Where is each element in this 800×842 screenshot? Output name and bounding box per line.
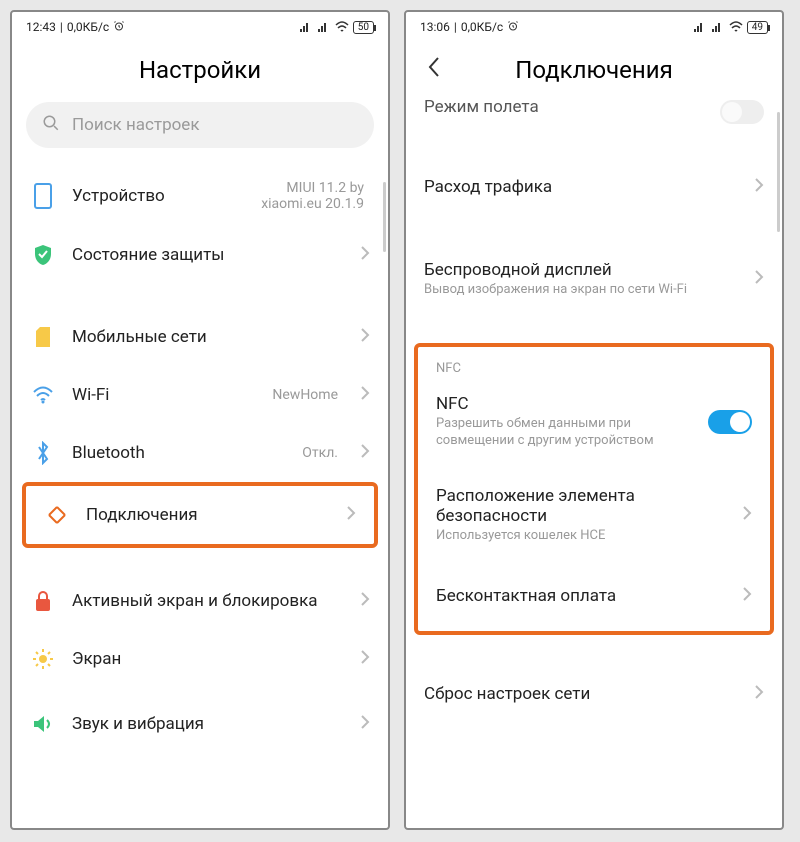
row-wifi[interactable]: Wi-Fi NewHome <box>12 366 388 424</box>
row-label: Устройство <box>72 186 228 206</box>
connections-list: Расход трафика Беспроводной дисплей Выво… <box>406 128 782 828</box>
row-value: Откл. <box>302 445 338 461</box>
chevron-right-icon <box>360 649 370 669</box>
row-label: Расположение элемента безопасности <box>436 486 726 526</box>
wifi-icon <box>729 21 743 33</box>
row-value: MIUI 11.2 by xiaomi.eu 20.1.9 <box>244 180 364 212</box>
row-label: Бесконтактная оплата <box>436 586 726 606</box>
row-label: Подключения <box>86 505 330 525</box>
chevron-right-icon <box>360 714 370 734</box>
row-label: Активный экран и блокировка <box>72 591 344 611</box>
search-input[interactable]: Поиск настроек <box>26 102 374 148</box>
bluetooth-icon <box>30 441 56 465</box>
row-label: Сброс настроек сети <box>424 684 738 704</box>
row-data-usage[interactable]: Расход трафика <box>406 158 782 216</box>
highlight-connections: Подключения <box>22 482 378 548</box>
row-wireless-display[interactable]: Беспроводной дисплей Вывод изображения н… <box>406 246 782 313</box>
brightness-icon <box>30 648 56 670</box>
row-label: Wi-Fi <box>72 385 256 405</box>
status-bar: 12:43 | 0,0КБ/с 50 <box>12 12 388 42</box>
scrollbar-indicator <box>383 182 386 252</box>
status-speed: 0,0КБ/с <box>461 20 503 34</box>
row-label: Режим полета <box>424 97 539 117</box>
signal-icon-2 <box>317 21 331 33</box>
connections-icon <box>44 504 70 526</box>
row-label: Звук и вибрация <box>72 714 344 734</box>
row-nfc[interactable]: NFC Разрешить обмен данными при совмещен… <box>418 380 770 464</box>
signal-icon-2 <box>711 21 725 33</box>
scrollbar-indicator <box>777 112 780 232</box>
alarm-icon <box>113 20 125 35</box>
chevron-right-icon <box>360 245 370 265</box>
status-bar: 13:06 | 0,0КБ/с 49 <box>406 12 782 42</box>
search-placeholder: Поиск настроек <box>72 115 200 135</box>
row-bluetooth[interactable]: Bluetooth Откл. <box>12 424 388 482</box>
toggle-nfc[interactable] <box>708 410 752 434</box>
signal-icon <box>299 21 313 33</box>
search-icon <box>42 114 60 137</box>
chevron-right-icon <box>346 505 356 525</box>
chevron-right-icon <box>742 586 752 606</box>
page-title: Настройки <box>12 42 388 102</box>
row-secure-element[interactable]: Расположение элемента безопасности Испол… <box>418 472 770 559</box>
row-sound[interactable]: Звук и вибрация <box>12 688 388 746</box>
row-display[interactable]: Экран <box>12 630 388 688</box>
row-mobile-networks[interactable]: Мобильные сети <box>12 308 388 366</box>
row-label: Мобильные сети <box>72 327 344 347</box>
row-label: NFC <box>436 394 692 414</box>
back-button[interactable] <box>422 56 446 84</box>
highlight-nfc-section: NFC NFC Разрешить обмен данными при совм… <box>414 343 774 635</box>
phone-right-connections: 13:06 | 0,0КБ/с 49 Подключения Режим пол… <box>404 10 784 830</box>
row-lockscreen[interactable]: Активный экран и блокировка <box>12 572 388 630</box>
page-title: Подключения <box>446 56 742 84</box>
section-label-nfc: NFC <box>418 353 770 380</box>
row-label: Беспроводной дисплей <box>424 260 738 280</box>
row-security-status[interactable]: Состояние защиты <box>12 226 388 284</box>
status-time: 12:43 <box>26 20 56 34</box>
row-sub: Используется кошелек HCE <box>436 528 726 545</box>
shield-icon <box>30 244 56 266</box>
status-time: 13:06 <box>420 20 450 34</box>
row-tap-and-pay[interactable]: Бесконтактная оплата <box>418 567 770 625</box>
row-value: NewHome <box>272 387 338 403</box>
row-sub: Вывод изображения на экран по сети Wi-Fi <box>424 282 738 299</box>
speaker-icon <box>30 714 56 734</box>
battery-indicator: 50 <box>353 21 374 34</box>
row-label: Bluetooth <box>72 443 286 463</box>
row-label: Состояние защиты <box>72 245 344 265</box>
phone-left-settings: 12:43 | 0,0КБ/с 50 Настройки Поиск настр… <box>10 10 390 830</box>
row-reset-network[interactable]: Сброс настроек сети <box>406 665 782 723</box>
chevron-right-icon <box>754 269 764 289</box>
alarm-icon <box>507 20 519 35</box>
sim-icon <box>30 326 56 348</box>
row-label: Экран <box>72 649 344 669</box>
chevron-right-icon <box>360 327 370 347</box>
battery-indicator: 49 <box>747 21 768 34</box>
settings-list: Устройство MIUI 11.2 by xiaomi.eu 20.1.9… <box>12 166 388 828</box>
wifi-icon <box>30 386 56 404</box>
chevron-right-icon <box>754 684 764 704</box>
device-icon <box>30 183 56 209</box>
chevron-right-icon <box>754 177 764 197</box>
row-device[interactable]: Устройство MIUI 11.2 by xiaomi.eu 20.1.9 <box>12 166 388 226</box>
row-airplane-cut[interactable]: Режим полета <box>406 102 782 128</box>
chevron-right-icon <box>360 385 370 405</box>
lock-icon <box>30 590 56 612</box>
status-speed: 0,0КБ/с <box>67 20 109 34</box>
chevron-right-icon <box>742 505 752 525</box>
toggle-airplane[interactable] <box>720 100 764 124</box>
chevron-right-icon <box>360 591 370 611</box>
wifi-icon <box>335 21 349 33</box>
row-sub: Разрешить обмен данными при совмещении с… <box>436 416 692 450</box>
chevron-right-icon <box>360 443 370 463</box>
page-header: Подключения <box>406 42 782 102</box>
row-label: Расход трафика <box>424 177 738 197</box>
row-connections[interactable]: Подключения <box>26 486 374 544</box>
signal-icon <box>693 21 707 33</box>
